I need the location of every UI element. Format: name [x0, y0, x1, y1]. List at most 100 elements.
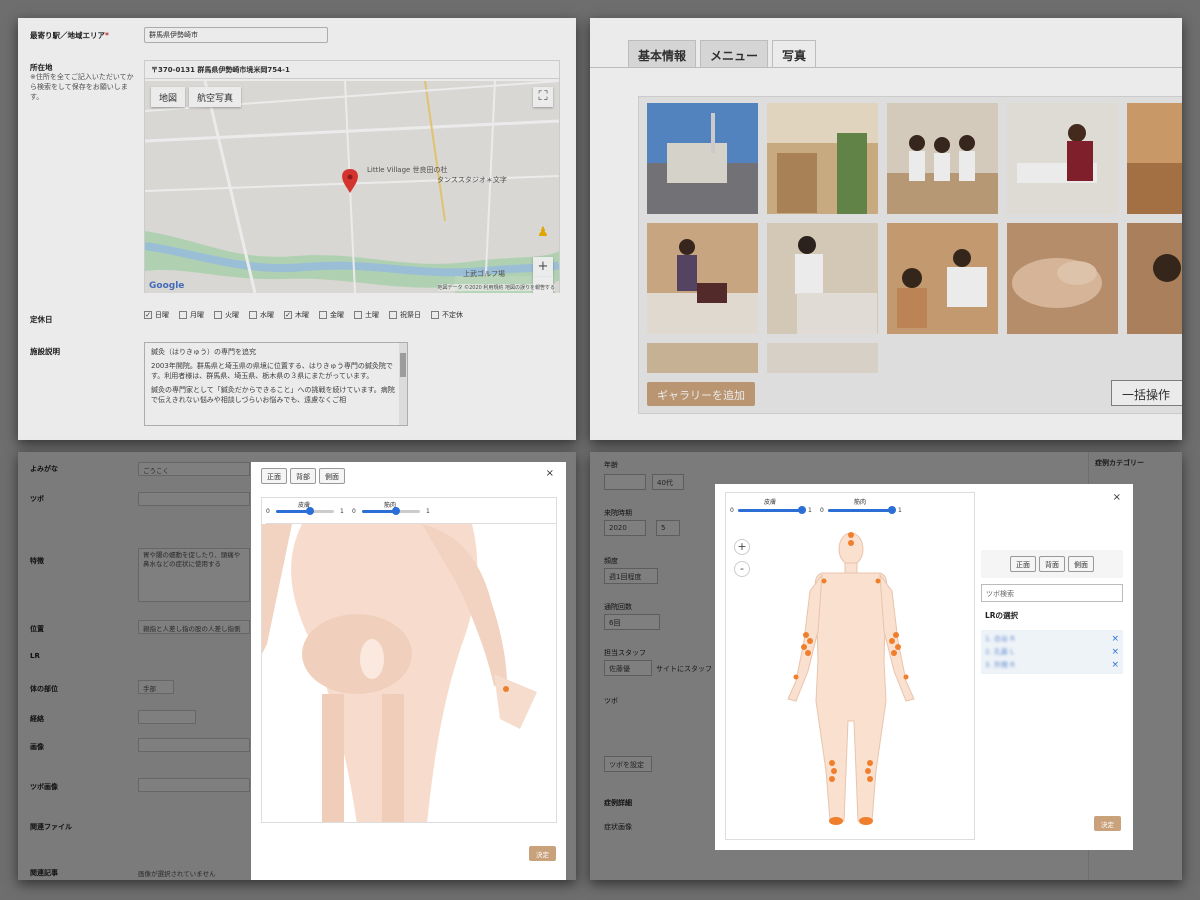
set-tsubo-button[interactable]: ツボを設定 [604, 756, 652, 772]
scrollbar[interactable] [399, 343, 407, 425]
checkbox[interactable]: ✓ [284, 311, 292, 319]
day-sun[interactable]: ✓ 日曜 [144, 310, 169, 320]
tsubo-search-input[interactable]: ツボ検索 [981, 584, 1123, 602]
skin-slider[interactable] [738, 506, 806, 514]
frequency-select[interactable]: 週1回程度 [604, 568, 658, 584]
station-input[interactable]: 群馬県伊勢崎市 [144, 27, 328, 43]
day-sat[interactable]: 土曜 [354, 310, 379, 320]
file-label: 関連ファイル [30, 823, 72, 831]
site-staff-checkbox-label[interactable]: サイトにスタッフ [656, 664, 712, 674]
view-front-button[interactable]: 正面 [261, 468, 287, 484]
view-back-button[interactable]: 背面 [1039, 556, 1065, 572]
lr-list: 1. 合谷 R × 2. 孔最 L × 3. 外関 R × [981, 630, 1123, 674]
photo-thumbnail[interactable] [647, 343, 758, 373]
day-fri[interactable]: 金曜 [319, 310, 344, 320]
photo-thumbnail[interactable] [767, 103, 878, 214]
day-wed[interactable]: 水曜 [249, 310, 274, 320]
map-footer[interactable]: 地図データ ©2020 利用規約 地図の誤りを報告する [437, 284, 555, 291]
staff-select[interactable]: 佐藤優 [604, 660, 652, 676]
map-tab-satellite[interactable]: 航空写真 [189, 87, 242, 107]
photo-thumbnail[interactable] [1007, 223, 1118, 334]
view-buttons: 正面 背面 側面 [981, 550, 1123, 578]
checkbox[interactable] [179, 311, 187, 319]
tab-photos[interactable]: 写真 [772, 40, 817, 68]
close-icon[interactable]: × [546, 468, 554, 479]
yomi-input[interactable]: ごうこく [138, 462, 250, 476]
fullscreen-icon[interactable]: ⛶ [533, 87, 553, 107]
checkbox[interactable] [319, 311, 327, 319]
scrollbar-thumb[interactable] [400, 353, 406, 377]
checkbox[interactable] [354, 311, 362, 319]
muscle-slider[interactable] [828, 506, 896, 514]
age-number-input[interactable] [604, 474, 646, 490]
close-icon[interactable]: × [1113, 492, 1121, 503]
day-mon[interactable]: 月曜 [179, 310, 204, 320]
day-label: 土曜 [365, 311, 379, 319]
muscle-slider[interactable] [362, 507, 420, 515]
photo-thumbnail[interactable] [1127, 103, 1182, 214]
day-irregular[interactable]: 不定休 [431, 310, 463, 320]
photo-thumbnail[interactable] [647, 223, 758, 334]
photo-thumbnail[interactable] [767, 223, 878, 334]
photo-thumbnail[interactable] [1007, 103, 1118, 214]
photo-thumbnail[interactable] [647, 103, 758, 214]
age-label: 年齢 [604, 461, 618, 469]
view-side-button[interactable]: 側面 [1068, 556, 1094, 572]
age-select[interactable]: 40代 [652, 474, 684, 490]
acupoint-edit-panel: よみがな ごうこく ツボ 特徴 胃や腸の蠕動を促したり、頭痛や鼻水などの症状に使… [18, 452, 576, 880]
checkbox[interactable] [214, 311, 222, 319]
checkbox[interactable] [389, 311, 397, 319]
day-thu[interactable]: ✓ 木曜 [284, 310, 309, 320]
lr-item[interactable]: 3. 外関 R × [985, 658, 1119, 671]
feature-textarea[interactable]: 胃や腸の蠕動を促したり、頭痛や鼻水などの症状に使用する [138, 548, 250, 602]
day-label: 不定休 [442, 311, 463, 319]
confirm-button[interactable]: 決定 [1094, 816, 1121, 831]
day-holiday[interactable]: 祝祭日 [389, 310, 421, 320]
map-golf-label: 上武ゴルフ場 [463, 270, 505, 278]
position-input[interactable]: 親指と人差し指の股の人差し指側 [138, 620, 250, 634]
bulk-action-button[interactable]: 一括操作 [1111, 380, 1182, 406]
station-label: 最寄り駅／地域エリア* [30, 31, 109, 40]
tab-menu[interactable]: メニュー [700, 40, 769, 68]
layer-sliders: 0 皮膚 1 0 筋肉 1 [266, 498, 556, 524]
body-part-select[interactable]: 手部 [138, 680, 174, 694]
map-canvas[interactable]: 地図 航空写真 Little Village 世良田の杜 タンススタジオ＊文字 … [145, 81, 559, 293]
tsubo-input[interactable] [138, 492, 250, 506]
meridian-select[interactable] [138, 710, 196, 724]
add-gallery-button[interactable]: ギャラリーを追加 [647, 382, 755, 406]
checkbox[interactable] [249, 311, 257, 319]
photo-thumbnail[interactable] [887, 103, 998, 214]
staff-label: 担当スタッフ [604, 649, 646, 657]
day-label: 祝祭日 [400, 311, 421, 319]
visit-count-select[interactable]: 6回 [604, 614, 660, 630]
zoom-in-button[interactable]: + [533, 257, 553, 277]
remove-icon[interactable]: × [1111, 634, 1119, 644]
view-front-button[interactable]: 正面 [1010, 556, 1036, 572]
tsubo-image-label: ツボ画像 [30, 783, 58, 791]
lr-item[interactable]: 2. 孔最 L × [985, 645, 1119, 658]
photo-thumbnail[interactable] [1127, 223, 1182, 334]
facility-textarea[interactable]: 鍼灸（はりきゅう）の専門を追究 2003年開院。群馬県と埼玉県の県境に位置する、… [144, 342, 408, 426]
body-canvas[interactable]: 0 皮膚 1 0 筋肉 1 + - [725, 492, 975, 840]
image-input[interactable] [138, 738, 250, 752]
tab-basic-info[interactable]: 基本情報 [628, 40, 697, 68]
lr-item[interactable]: 1. 合谷 R × [985, 632, 1119, 645]
pegman-icon[interactable]: ♟ [533, 223, 553, 243]
body-canvas[interactable]: 0 皮膚 1 0 筋肉 1 + - [261, 497, 557, 823]
slider-min: 0 [730, 507, 734, 514]
checkbox[interactable]: ✓ [144, 311, 152, 319]
checkbox[interactable] [431, 311, 439, 319]
skin-slider[interactable] [276, 507, 334, 515]
month-select[interactable]: 5 [656, 520, 680, 536]
photo-thumbnail[interactable] [887, 223, 998, 334]
remove-icon[interactable]: × [1111, 647, 1119, 657]
remove-icon[interactable]: × [1111, 660, 1119, 670]
view-back-button[interactable]: 背部 [290, 468, 316, 484]
confirm-button[interactable]: 決定 [529, 846, 556, 861]
map-tab-map[interactable]: 地図 [151, 87, 186, 107]
year-input[interactable]: 2020 [604, 520, 646, 536]
tsubo-image-input[interactable] [138, 778, 250, 792]
photo-thumbnail[interactable] [767, 343, 878, 373]
day-tue[interactable]: 火曜 [214, 310, 239, 320]
view-side-button[interactable]: 側面 [319, 468, 345, 484]
